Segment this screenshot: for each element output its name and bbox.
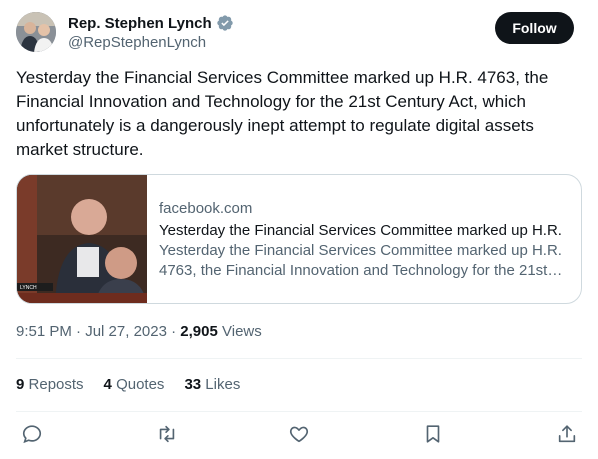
quotes-count: 4 bbox=[103, 376, 112, 393]
engagement-stats: 9 Reposts 4 Quotes 33 Likes bbox=[16, 375, 240, 395]
meta-separator: · bbox=[76, 323, 82, 340]
link-card-domain: facebook.com bbox=[159, 200, 253, 217]
link-card-description: Yesterday the Financial Services Committ… bbox=[159, 242, 562, 279]
author-name[interactable]: Rep. Stephen Lynch bbox=[68, 15, 212, 32]
link-card-image: LYNCH bbox=[17, 175, 147, 303]
tweet-time[interactable]: 9:51 PM bbox=[16, 323, 72, 340]
views-label: Views bbox=[222, 323, 262, 340]
like-icon[interactable] bbox=[287, 422, 311, 446]
action-bar bbox=[16, 422, 582, 448]
reposts-stat[interactable]: 9 Reposts bbox=[16, 375, 84, 395]
meta-separator: · bbox=[171, 323, 177, 340]
tweet-meta: 9:51 PM · Jul 27, 2023 · 2,905 Views bbox=[16, 322, 262, 342]
views-count: 2,905 bbox=[180, 323, 218, 340]
link-card[interactable]: LYNCH facebook.com Yesterday the Financi… bbox=[16, 174, 582, 304]
likes-label: Likes bbox=[205, 376, 241, 393]
nameplate-text: LYNCH bbox=[20, 285, 37, 291]
reply-icon[interactable] bbox=[20, 422, 44, 446]
follow-button[interactable]: Follow bbox=[495, 12, 574, 44]
likes-count: 33 bbox=[184, 376, 202, 393]
tweet-header: Rep. Stephen Lynch @RepStephenLynch Foll… bbox=[16, 12, 582, 54]
likes-stat[interactable]: 33 Likes bbox=[184, 375, 240, 395]
reposts-count: 9 bbox=[16, 376, 25, 393]
avatar[interactable] bbox=[16, 12, 56, 52]
divider bbox=[16, 411, 582, 412]
tweet-date[interactable]: Jul 27, 2023 bbox=[85, 323, 167, 340]
share-icon[interactable] bbox=[555, 422, 579, 446]
quotes-stat[interactable]: 4 Quotes bbox=[104, 375, 165, 395]
repost-icon[interactable] bbox=[155, 422, 179, 446]
tweet-text: Yesterday the Financial Services Committ… bbox=[16, 68, 549, 159]
divider bbox=[16, 358, 582, 359]
link-card-title: Yesterday the Financial Services Committ… bbox=[159, 222, 562, 239]
quotes-label: Quotes bbox=[116, 376, 165, 393]
reposts-label: Reposts bbox=[28, 376, 84, 393]
bookmark-icon[interactable] bbox=[421, 422, 445, 446]
verified-badge-icon bbox=[216, 14, 234, 32]
author-handle[interactable]: @RepStephenLynch bbox=[68, 34, 206, 51]
